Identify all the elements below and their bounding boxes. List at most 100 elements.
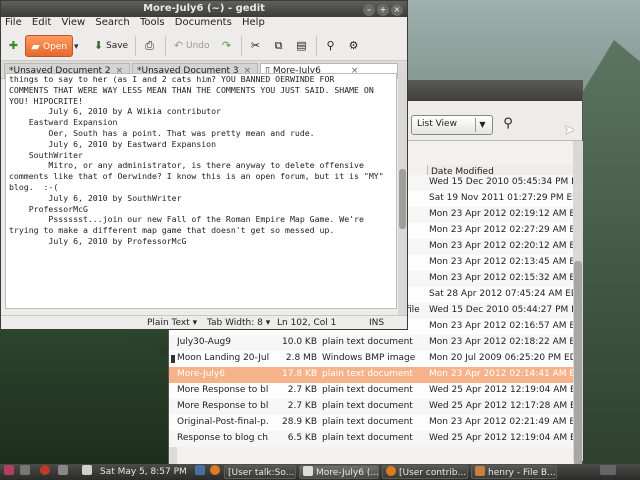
window-titlebar[interactable]: More-July6 (~) - gedit – + × <box>1 1 407 17</box>
toolbar-separator <box>316 36 317 56</box>
text-line: ProfessorMcG <box>9 203 88 214</box>
scrollbar-thumb[interactable] <box>574 261 582 471</box>
file-row[interactable]: More Response to bl... 2.7 KB plain text d… <box>169 399 573 415</box>
clock[interactable]: Sat May 5, 8:57 PM <box>100 465 187 479</box>
text-line: Psssssst...join our new Fall of the Roma… <box>9 214 364 225</box>
file-name: More Response to bl... <box>177 401 269 411</box>
file-date: Mon 23 Apr 2012 02:27:29 AM EDT <box>429 225 573 235</box>
undo-icon: ↶ <box>173 39 184 52</box>
text-line: July 6, 2010 by A Wikia contributor <box>9 106 221 117</box>
file-date: Wed 25 Apr 2012 12:19:04 AM EDT <box>429 385 573 395</box>
file-size: 2.7 KB <box>287 401 317 411</box>
file-type: plain text document <box>322 417 413 427</box>
file-row[interactable]: Response to blog ch... 6.5 KB plain text d… <box>169 431 573 447</box>
file-date: Mon 23 Apr 2012 02:14:41 AM EDT <box>429 369 573 379</box>
close-icon[interactable]: × <box>391 4 403 16</box>
file-date: Mon 23 Apr 2012 02:16:57 AM EDT <box>429 321 573 331</box>
new-button[interactable]: ✚ <box>6 35 21 57</box>
redo-button[interactable]: ↷ <box>219 35 234 57</box>
text-line: blog. :-( <box>9 181 59 192</box>
file-row[interactable]: Original-Post-final-p... 28.9 KB plain tex… <box>169 415 573 431</box>
text-line: things to say to her (as I and 2 cats hi… <box>9 74 335 84</box>
file-type: plain text document <box>322 385 413 395</box>
file-size: 10.0 KB <box>282 337 317 347</box>
file-type: plain text document <box>322 337 413 347</box>
file-date: Mon 23 Apr 2012 02:15:32 AM EDT <box>429 273 573 283</box>
folder-icon: ▰ <box>31 40 40 53</box>
file-type: Windows BMP image <box>322 353 416 363</box>
applications-menu-icon[interactable] <box>4 465 17 479</box>
text-line: Eastward Expansion <box>9 117 118 128</box>
folder-icon <box>475 466 485 476</box>
copy-icon: ⧉ <box>274 39 283 52</box>
chevron-down-icon: ▼ <box>475 118 489 132</box>
gedit-window: More-July6 (~) - gedit – + × File Edit Vie… <box>0 0 408 330</box>
task-more-july6[interactable]: More-July6 (... <box>299 465 379 479</box>
file-row[interactable]: July30-Aug9 10.0 KB plain text document Mon… <box>169 335 573 351</box>
file-name: More Response to bl... <box>177 385 269 395</box>
save-button[interactable]: ⬇ Save <box>91 35 128 57</box>
game-icon[interactable] <box>82 465 95 479</box>
firefox-icon[interactable] <box>210 465 223 479</box>
menu-view[interactable]: View <box>61 17 85 28</box>
file-date: Mon 23 Apr 2012 02:20:12 AM EDT <box>429 241 573 251</box>
file-type: plain text document <box>322 433 413 443</box>
text-editor-area[interactable]: things to say to her (as I and 2 cats hi… <box>5 73 397 309</box>
print-button[interactable]: ⎙ <box>142 35 157 57</box>
file-date: Sat 19 Nov 2011 01:27:29 PM EST <box>429 193 573 203</box>
scrollbar-thumb[interactable] <box>399 169 406 229</box>
minimize-icon[interactable]: – <box>363 4 375 16</box>
undo-button[interactable]: ↶ Undo <box>171 35 210 57</box>
language-select[interactable]: Plain Text ▾ <box>147 318 197 328</box>
cut-button[interactable]: ✂ <box>248 35 263 57</box>
open-dropdown-icon[interactable]: ▾ <box>74 36 82 58</box>
power-icon[interactable] <box>40 465 53 479</box>
firefox-icon <box>386 466 396 476</box>
file-name: Response to blog ch... <box>177 433 269 443</box>
maximize-icon[interactable]: + <box>377 4 389 16</box>
file-date: Wed 25 Apr 2012 12:19:04 AM EDT <box>429 433 573 443</box>
menu-file[interactable]: File <box>5 17 22 28</box>
open-label: Open <box>43 42 68 52</box>
file-name: More-July6 <box>177 369 225 379</box>
find-button[interactable]: ⚲ <box>323 35 338 57</box>
desktop-mountain-right <box>575 40 640 470</box>
replace-button[interactable]: ⚙ <box>346 35 361 57</box>
paste-button[interactable]: ▤ <box>294 35 309 57</box>
file-row[interactable]: More-July6 17.8 KB plain text document Mon … <box>169 367 573 383</box>
tab-width-label: Tab Width: 8 <box>207 318 263 328</box>
view-mode-label: List View <box>417 119 457 129</box>
toolbar-separator <box>135 36 136 56</box>
file-date: Sat 28 Apr 2012 07:45:24 AM EDT <box>429 289 573 299</box>
network-icon[interactable] <box>195 465 208 479</box>
copy-button[interactable]: ⧉ <box>271 35 286 57</box>
menu-search[interactable]: Search <box>95 17 129 28</box>
tab-width-select[interactable]: Tab Width: 8 ▾ <box>207 318 270 328</box>
file-row[interactable]: Moon Landing 20-Jul... 2.8 MB Windows BMP … <box>169 351 573 367</box>
task-user-talk[interactable]: [User talk:So... <box>224 465 296 479</box>
menu-tools[interactable]: Tools <box>140 17 165 28</box>
search-icon[interactable]: ⚲ <box>499 115 517 133</box>
editor-scrollbar[interactable] <box>398 73 407 315</box>
file-name: Moon Landing 20-Jul... <box>177 353 269 363</box>
view-mode-select[interactable]: List View ▼ <box>411 115 493 135</box>
menu-edit[interactable]: Edit <box>32 17 51 28</box>
workspace-switcher[interactable] <box>600 465 619 479</box>
task-user-contrib[interactable]: [User contrib... <box>382 465 468 479</box>
menu-bar: File Edit View Search Tools Documents He… <box>1 17 407 31</box>
open-button[interactable]: ▰ Open ▾ <box>25 35 79 57</box>
menu-help[interactable]: Help <box>242 17 265 28</box>
file-size: 17.8 KB <box>282 369 317 379</box>
file-list-scrollbar[interactable] <box>573 141 583 471</box>
cursor-position: Ln 102, Col 1 <box>277 318 337 328</box>
menu-documents[interactable]: Documents <box>175 17 232 28</box>
paste-icon: ▤ <box>296 39 307 52</box>
file-name: July30-Aug9 <box>177 337 231 347</box>
settings-icon[interactable] <box>58 465 71 479</box>
file-row[interactable]: More Response to bl... 2.7 KB plain text d… <box>169 383 573 399</box>
file-type: plain text document <box>322 401 413 411</box>
show-desktop-icon[interactable] <box>20 465 33 479</box>
insert-mode: INS <box>369 318 385 328</box>
task-file-browser[interactable]: henry - File B... <box>471 465 557 479</box>
save-label: Save <box>106 41 129 51</box>
